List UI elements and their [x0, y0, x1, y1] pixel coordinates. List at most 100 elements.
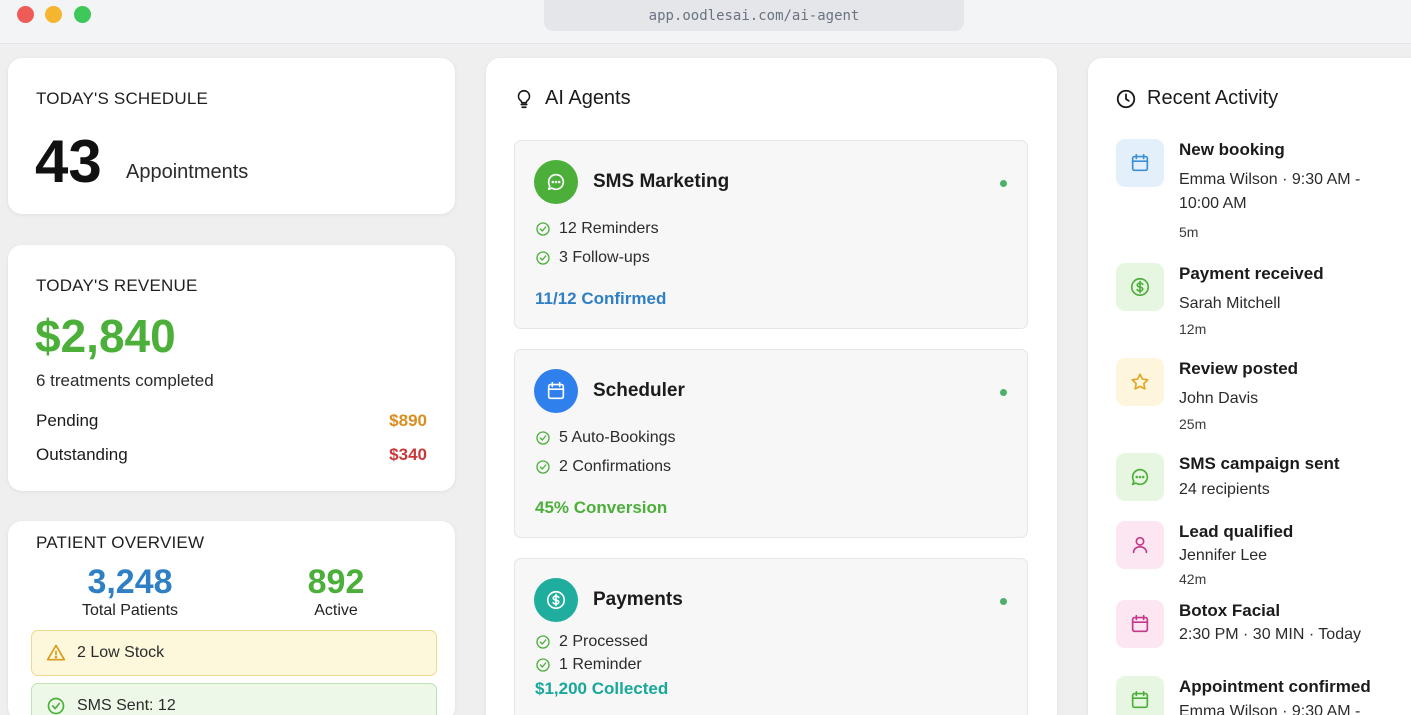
warning-icon — [46, 644, 66, 661]
agent-stat-text: 2 Confirmations — [559, 458, 672, 475]
revenue-card: TODAY'S REVENUE $2,840 6 treatments comp… — [8, 245, 455, 491]
agent-stat: 12 Reminders — [535, 220, 659, 238]
active-patients-value: 892 — [307, 563, 365, 601]
check-circle-icon — [536, 222, 550, 236]
pending-row: Pending $890 — [36, 411, 427, 431]
activity-title: Lead qualified — [1179, 522, 1294, 541]
activity-icon-box — [1116, 139, 1164, 187]
activity-detail: Sarah Mitchell — [1179, 295, 1281, 312]
clock-icon — [1116, 89, 1136, 108]
agent-card-sms-marketing[interactable]: SMS Marketing 12 Reminders 3 Follow-ups … — [514, 140, 1028, 329]
schedule-card: TODAY'S SCHEDULE 43 Appointments — [8, 58, 455, 214]
outstanding-label: Outstanding — [36, 445, 128, 464]
browser-chrome: app.oodlesai.com/ai-agent — [0, 0, 1411, 44]
calendar-icon — [547, 381, 565, 400]
activity-icon-box — [1116, 263, 1164, 311]
agent-stat-text: 2 Processed — [559, 633, 648, 650]
calendar-icon — [1131, 614, 1149, 633]
agent-card-payments[interactable]: Payments 2 Processed 1 Reminder $1,200 C… — [514, 558, 1028, 715]
low-stock-text: 2 Low Stock — [77, 644, 165, 661]
check-circle-icon — [536, 635, 550, 649]
treatments-completed: 6 treatments completed — [36, 371, 214, 390]
star-icon — [1131, 373, 1149, 390]
agent-stat: 3 Follow-ups — [535, 249, 650, 267]
activity-detail: Emma Wilson · 9:30 AM - 10:00 AM — [1179, 171, 1361, 212]
agent-metric: $1,200 Collected — [535, 679, 669, 698]
activity-icon-box — [1116, 600, 1164, 648]
agent-name: SMS Marketing — [593, 171, 730, 192]
address-bar[interactable]: app.oodlesai.com/ai-agent — [544, 0, 964, 31]
calendar-icon — [1131, 690, 1149, 709]
ai-agents-title-text: AI Agents — [545, 87, 631, 109]
outstanding-value: $340 — [389, 445, 427, 464]
schedule-label: TODAY'S SCHEDULE — [36, 89, 209, 108]
activity-time: 5m — [1179, 224, 1199, 240]
agent-card-scheduler[interactable]: Scheduler 5 Auto-Bookings 2 Confirmation… — [514, 349, 1028, 538]
activity-icon-box — [1116, 453, 1164, 501]
user-icon — [1132, 536, 1148, 554]
active-patients-stat: 892 Active — [276, 563, 396, 620]
lightbulb-icon — [517, 89, 531, 108]
check-circle-icon — [536, 658, 550, 672]
activity-icon-box — [1116, 521, 1164, 569]
patient-overview-label: PATIENT OVERVIEW — [36, 533, 205, 552]
status-dot — [1000, 389, 1007, 396]
message-icon — [1131, 468, 1149, 486]
activity-title: Botox Facial — [1179, 601, 1281, 620]
agent-stat-text: 1 Reminder — [559, 656, 642, 673]
ai-agents-title: AI Agents — [513, 87, 631, 110]
appointment-unit: Appointments — [126, 161, 249, 183]
appointment-count: 43 — [35, 128, 102, 195]
payments-agent-badge — [534, 578, 578, 622]
outstanding-row: Outstanding $340 — [36, 445, 427, 465]
scheduler-agent-badge — [534, 369, 578, 413]
agent-stat: 2 Processed — [535, 633, 648, 651]
revenue-amount: $2,840 — [35, 310, 176, 362]
recent-activity-title-text: Recent Activity — [1147, 87, 1279, 109]
activity-detail: Emma Wilson · 9:30 AM - — [1179, 703, 1361, 715]
activity-title: Appointment confirmed — [1179, 677, 1371, 696]
activity-icon-box — [1116, 676, 1164, 715]
agent-name: Scheduler — [593, 380, 685, 401]
calendar-icon — [1131, 153, 1149, 172]
status-dot — [1000, 598, 1007, 605]
activity-time: 25m — [1179, 416, 1207, 432]
activity-title: New booking — [1179, 140, 1285, 159]
recent-activity-panel: Recent Activity New booking Emma Wilson … — [1088, 58, 1411, 715]
total-patients-label: Total Patients — [81, 602, 179, 619]
agent-stat-text: 12 Reminders — [559, 220, 659, 237]
patient-overview-card: PATIENT OVERVIEW 3,248 Total Patients 89… — [8, 521, 455, 715]
sms-sent-alert[interactable]: SMS Sent: 12 — [31, 683, 437, 715]
activity-detail: Jennifer Lee — [1179, 547, 1268, 564]
agent-metric: 11/12 Confirmed — [535, 289, 667, 308]
agent-name: Payments — [593, 589, 683, 610]
agent-stat: 5 Auto-Bookings — [535, 429, 676, 447]
agent-stat-text: 3 Follow-ups — [559, 249, 650, 266]
agent-metric: 45% Conversion — [535, 498, 668, 517]
check-circle-icon — [536, 431, 550, 445]
activity-title: SMS campaign sent — [1179, 454, 1340, 473]
activity-title: Payment received — [1179, 264, 1324, 283]
dollar-icon — [1130, 277, 1150, 297]
status-dot — [1000, 180, 1007, 187]
low-stock-alert[interactable]: 2 Low Stock — [31, 630, 437, 676]
activity-detail: 24 recipients — [1179, 481, 1270, 498]
revenue-label: TODAY'S REVENUE — [36, 276, 198, 295]
agent-stat: 1 Reminder — [535, 656, 642, 674]
check-circle-icon — [536, 460, 550, 474]
activity-detail: 2:30 PM · 30 MIN · Today — [1179, 626, 1361, 643]
close-window-button[interactable] — [17, 6, 34, 23]
total-patients-stat: 3,248 Total Patients — [70, 563, 190, 620]
message-icon — [547, 173, 565, 191]
sms-agent-badge — [534, 160, 578, 204]
dollar-icon — [546, 590, 566, 610]
pending-label: Pending — [36, 411, 99, 430]
sms-sent-text: SMS Sent: 12 — [77, 697, 176, 714]
recent-activity-title: Recent Activity — [1115, 87, 1278, 110]
check-circle-icon — [47, 697, 65, 715]
agent-stat: 2 Confirmations — [535, 458, 671, 476]
check-circle-icon — [536, 251, 550, 265]
maximize-window-button[interactable] — [74, 6, 91, 23]
agent-stat-text: 5 Auto-Bookings — [559, 429, 676, 446]
minimize-window-button[interactable] — [45, 6, 62, 23]
